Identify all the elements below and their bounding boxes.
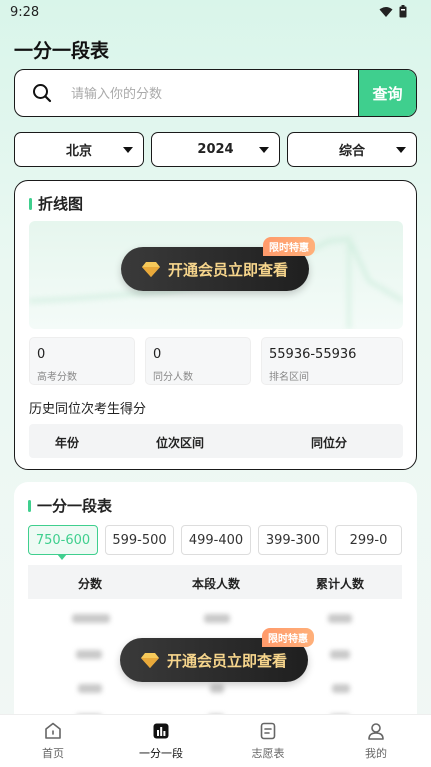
user-icon: [368, 723, 384, 740]
nav-item-score-table[interactable]: 一分一段: [126, 721, 196, 761]
stat-value: 55936-55936: [269, 347, 357, 362]
search-icon: [33, 84, 52, 103]
nav-label: 一分一段: [139, 747, 183, 760]
stat-same-score-count: 0 同分人数: [145, 337, 251, 385]
nav-label: 志愿表: [251, 747, 285, 760]
chevron-down-icon: [123, 147, 133, 153]
battery-icon: [399, 5, 407, 18]
home-icon: [45, 722, 61, 739]
line-chart-card: 折线图 开通会员立即查看 限时特惠 0 高考分数 0 同分人数 55936-55…: [14, 180, 417, 470]
range-tab-499-400[interactable]: 499-400: [181, 525, 251, 555]
query-button[interactable]: 查询: [358, 70, 416, 116]
range-tab-750-600[interactable]: 750-600: [28, 525, 98, 560]
column-header: 分数: [78, 577, 103, 591]
history-label: 历史同位次考生得分: [29, 402, 147, 417]
nav-item-home[interactable]: 首页: [18, 721, 88, 761]
score-table-title: 一分一段表: [37, 497, 113, 515]
chevron-down-icon: [259, 147, 269, 153]
diamond-icon: [141, 261, 160, 277]
nav-label: 首页: [42, 747, 64, 760]
bottom-nav: 首页 一分一段 志愿表 我的: [0, 714, 431, 767]
year-value: 2024: [197, 142, 234, 157]
chevron-down-icon: [396, 147, 406, 153]
score-table-card: 一分一段表 750-600 599-500 499-400 399-300 29…: [14, 482, 417, 722]
vip-button-label: 开通会员立即查看: [167, 260, 288, 279]
score-search-input[interactable]: [71, 83, 351, 105]
promo-tag: 限时特惠: [263, 237, 315, 256]
search-bar: 查询: [14, 69, 417, 117]
province-dropdown[interactable]: 北京: [14, 132, 144, 167]
section-title: 一分一段表: [28, 495, 112, 516]
stat-label: 同分人数: [153, 372, 193, 383]
nav-label: 我的: [365, 747, 387, 760]
range-tab-299-0[interactable]: 299-0: [335, 525, 402, 555]
stat-label: 排名区间: [269, 372, 309, 383]
diamond-icon: [140, 652, 159, 668]
history-table-header: 年份 位次区间 同位分: [29, 424, 403, 458]
subject-value: 综合: [338, 144, 365, 159]
subject-dropdown[interactable]: 综合: [287, 132, 417, 167]
status-icons: [379, 5, 407, 18]
range-tab-399-300[interactable]: 399-300: [258, 525, 328, 555]
column-header: 位次区间: [156, 436, 205, 450]
page-title: 一分一段表: [14, 40, 110, 62]
stat-value: 0: [153, 347, 162, 362]
wifi-icon: [379, 6, 393, 17]
column-header: 同位分: [311, 436, 348, 450]
form-icon: [260, 722, 276, 740]
column-header: 年份: [55, 436, 80, 450]
stat-score: 0 高考分数: [29, 337, 135, 385]
status-time: 9:28: [10, 5, 40, 20]
status-bar: 9:28: [0, 0, 431, 26]
stat-value: 0: [37, 347, 46, 362]
table-row-blurred: [28, 604, 402, 634]
column-header: 累计人数: [316, 577, 365, 591]
score-table-header: 分数 本段人数 累计人数: [28, 565, 402, 599]
province-value: 北京: [65, 144, 92, 159]
chart-icon: [153, 723, 169, 739]
nav-item-application-form[interactable]: 志愿表: [233, 721, 303, 761]
vip-button-label: 开通会员立即查看: [166, 651, 287, 670]
column-header: 本段人数: [192, 577, 241, 591]
promo-tag: 限时特惠: [262, 628, 314, 647]
year-dropdown[interactable]: 2024: [151, 132, 280, 167]
line-chart-title: 折线图: [38, 195, 84, 213]
range-tab-599-500[interactable]: 599-500: [105, 525, 174, 555]
stat-rank-range: 55936-55936 排名区间: [261, 337, 403, 385]
section-title: 折线图: [29, 193, 83, 214]
nav-item-profile[interactable]: 我的: [341, 721, 411, 761]
stat-label: 高考分数: [37, 372, 77, 383]
